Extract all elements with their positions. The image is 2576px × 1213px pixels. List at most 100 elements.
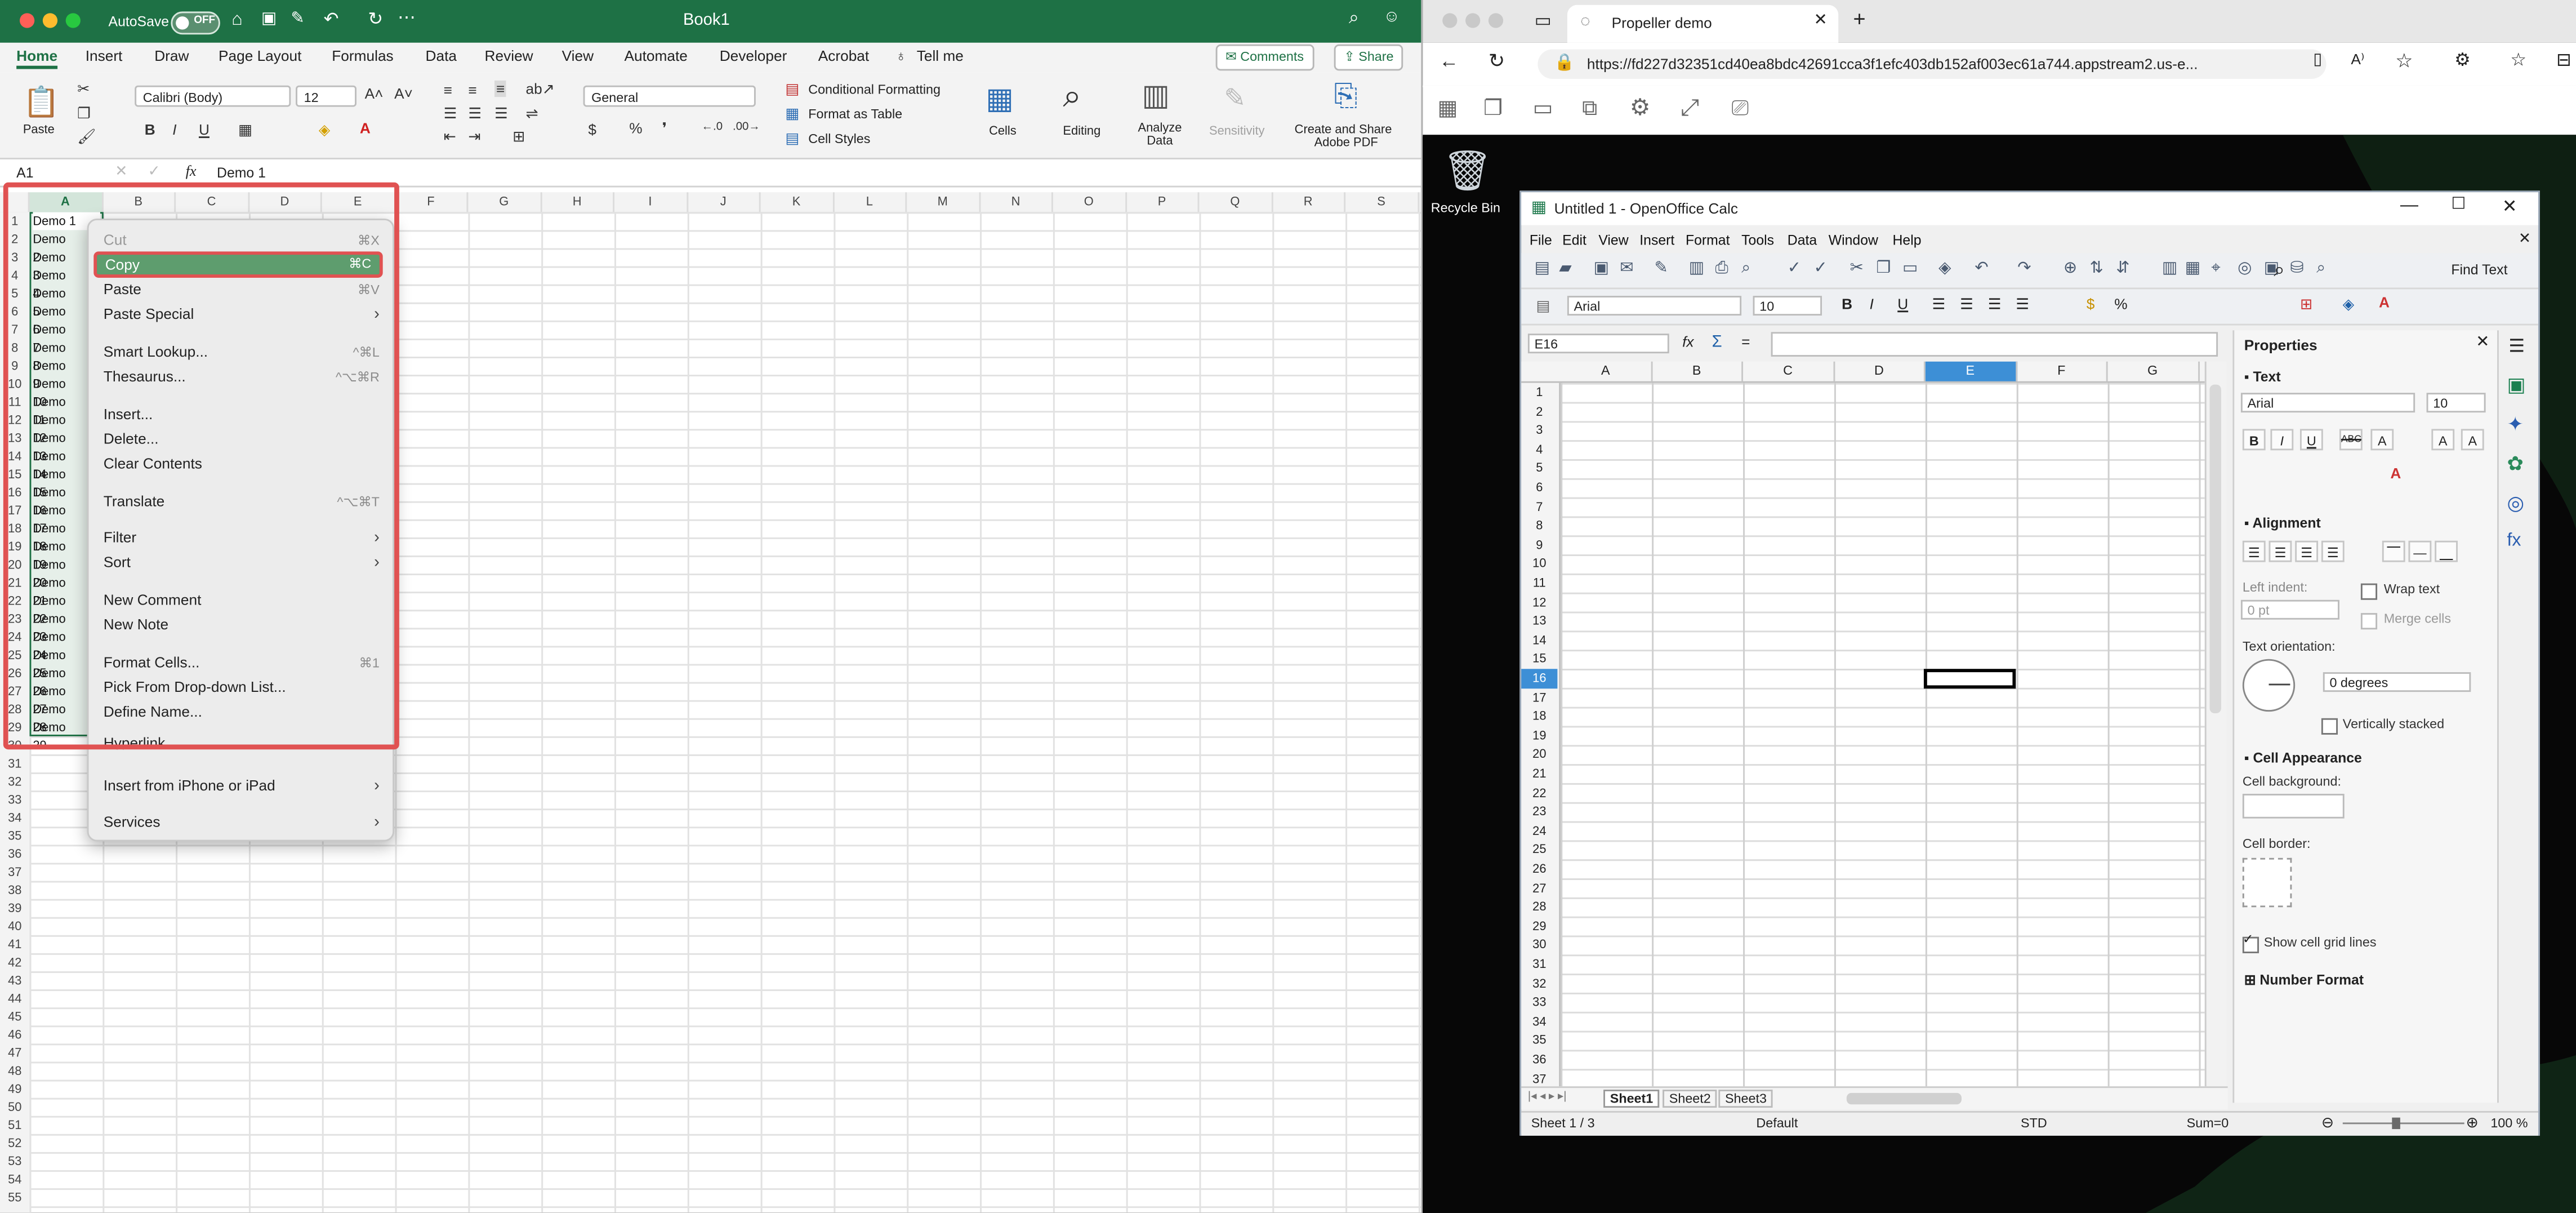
redo-icon[interactable]: ↻ — [368, 8, 383, 30]
oo-row-header[interactable]: 37 — [1521, 1069, 1557, 1088]
oo-align-right-icon[interactable]: ☰ — [1988, 296, 2002, 314]
oo-align-center-icon[interactable]: ☰ — [1960, 296, 1973, 314]
oo-row-header[interactable]: 27 — [1521, 878, 1557, 897]
column-header[interactable]: N — [980, 192, 1053, 212]
props-underline-icon[interactable]: U — [2299, 429, 2323, 451]
font-color-icon[interactable]: A — [360, 120, 371, 136]
degrees-select[interactable]: 0 degrees — [2323, 672, 2471, 692]
copy-icon[interactable]: ❐ — [1876, 260, 1891, 278]
oo-row-header[interactable]: 18 — [1521, 707, 1557, 726]
sensitivity-icon[interactable]: ✎ — [1224, 82, 1246, 115]
row-header[interactable]: 42 — [0, 953, 30, 971]
find-icon[interactable]: ⌕ — [2274, 258, 2285, 283]
align-top-icon[interactable]: ≡ — [444, 82, 452, 99]
props-align-center-icon[interactable]: ☰ — [2269, 540, 2292, 562]
new-tab-icon[interactable]: + — [1853, 7, 1865, 32]
oo-row-header[interactable]: 12 — [1521, 593, 1557, 612]
oo-bg-color-icon[interactable]: ◈ — [2343, 296, 2354, 314]
conditional-formatting-button[interactable]: Conditional Formatting — [808, 82, 941, 97]
number-format-select[interactable]: General — [583, 85, 756, 107]
row-header[interactable]: 39 — [0, 899, 30, 917]
oo-row-header[interactable]: 22 — [1521, 783, 1557, 802]
navigator-icon[interactable]: ◎ — [2238, 260, 2252, 278]
more-icon[interactable]: ⋯ — [398, 7, 416, 28]
cut-icon[interactable]: ✂ — [77, 81, 90, 99]
edit-file-icon[interactable]: ✎ — [1655, 260, 1668, 278]
pdf-icon[interactable]: ▥ — [1689, 260, 1705, 278]
decrease-indent-icon[interactable]: ⇤ — [444, 128, 456, 146]
zoom-window-button[interactable] — [65, 13, 81, 28]
menu-insert[interactable]: Insert — [1639, 232, 1674, 248]
wrap-text-checkbox[interactable] — [2360, 583, 2378, 600]
menu-edit[interactable]: Edit — [1562, 232, 1586, 248]
row-header[interactable]: 41 — [0, 935, 30, 953]
oo-currency-icon[interactable]: $ — [2087, 296, 2095, 312]
sheet-tab-2[interactable]: Sheet2 — [1663, 1090, 1718, 1108]
props-italic-icon[interactable]: I — [2270, 429, 2294, 451]
row-header[interactable]: 31 — [0, 754, 30, 772]
oo-function-wizard-icon[interactable]: fx — [1682, 334, 1693, 350]
oo-row-header[interactable]: 29 — [1521, 917, 1557, 936]
minimize-window-button[interactable] — [1465, 13, 1481, 28]
column-header[interactable]: I — [614, 192, 688, 212]
gallery-tab-icon[interactable]: ✿ — [2507, 452, 2523, 475]
find-text-field[interactable]: Find Text — [2451, 261, 2507, 278]
props-grow-font-icon[interactable]: A — [2431, 429, 2455, 451]
oo-row-header[interactable]: 20 — [1521, 745, 1557, 765]
menu-format[interactable]: Format — [1686, 232, 1730, 248]
column-header[interactable]: F — [395, 192, 469, 212]
formula-input[interactable]: Demo 1 — [217, 165, 266, 181]
merge-center-icon[interactable]: ⊞ — [512, 128, 525, 146]
oo-row-header[interactable]: 24 — [1521, 821, 1557, 841]
autosave-toggle[interactable]: OFF — [171, 11, 220, 35]
column-header[interactable]: H — [541, 192, 614, 212]
minimize-icon[interactable]: — — [2400, 195, 2418, 215]
oo-column-header[interactable]: F — [2017, 361, 2108, 381]
close-sidebar-icon[interactable]: ✕ — [2476, 334, 2489, 352]
menu-data[interactable]: Data — [1788, 232, 1817, 248]
switch-display-icon[interactable]: ⎚ — [1732, 95, 1749, 122]
align-bottom-icon[interactable]: ≡ — [494, 80, 507, 97]
oo-row-header[interactable]: 15 — [1521, 650, 1557, 669]
favorites-bar-icon[interactable]: ☆ — [2510, 50, 2526, 70]
column-header[interactable]: M — [907, 192, 981, 212]
vertically-stacked-checkbox[interactable] — [2321, 718, 2338, 735]
row-header[interactable]: 40 — [0, 917, 30, 935]
column-header[interactable]: S — [1345, 192, 1419, 212]
print-preview-icon[interactable]: ⌕ — [1741, 260, 1750, 278]
recycle-bin-icon[interactable]: 🗑 — [1442, 148, 1492, 196]
cells-icon[interactable]: ▦ — [986, 82, 1014, 117]
catalog-icon[interactable]: ▦ — [1437, 95, 1458, 122]
browser-tab[interactable]: ◌ Propeller demo ✕ — [1567, 5, 1839, 43]
props-font-size[interactable]: 10 — [2426, 393, 2486, 413]
menu-view[interactable]: View — [1598, 232, 1628, 248]
merge-cells-checkbox[interactable] — [2360, 613, 2378, 630]
column-header[interactable]: K — [761, 192, 834, 212]
row-header[interactable]: 35 — [0, 827, 30, 845]
tab-automate[interactable]: Automate — [624, 48, 687, 64]
oo-row-header[interactable]: 8 — [1521, 517, 1557, 536]
comma-style-icon[interactable]: ❜ — [662, 120, 667, 138]
left-indent-input[interactable]: 0 pt — [2240, 599, 2339, 620]
oo-row-header[interactable]: 33 — [1521, 993, 1557, 1012]
oo-percent-icon[interactable]: % — [2114, 296, 2127, 312]
oo-row-header[interactable]: 19 — [1521, 726, 1557, 745]
edit-icon[interactable]: ✎ — [291, 10, 304, 28]
database-icon[interactable]: ⛁ — [2290, 260, 2303, 278]
column-header[interactable]: P — [1126, 192, 1200, 212]
row-header[interactable]: 38 — [0, 881, 30, 899]
column-header[interactable]: Q — [1199, 192, 1273, 212]
column-header[interactable]: O — [1053, 192, 1126, 212]
menu-file[interactable]: File — [1530, 232, 1552, 248]
props-align-right-icon[interactable]: ☰ — [2295, 540, 2319, 562]
save-icon[interactable]: ▣ — [261, 10, 277, 28]
oo-row-header[interactable]: 13 — [1521, 612, 1557, 631]
sheet-tab-1[interactable]: Sheet1 — [1603, 1090, 1660, 1108]
oo-column-header[interactable]: C — [1743, 361, 1834, 381]
folder-icon[interactable]: ▭ — [1533, 95, 1553, 122]
undo-icon[interactable]: ↶ — [324, 8, 339, 30]
row-header[interactable]: 37 — [0, 863, 30, 881]
analyze-data-button[interactable]: Analyze Data — [1134, 121, 1186, 148]
tab-developer[interactable]: Developer — [720, 48, 787, 64]
spellcheck-icon[interactable]: ✓ — [1788, 260, 1801, 278]
